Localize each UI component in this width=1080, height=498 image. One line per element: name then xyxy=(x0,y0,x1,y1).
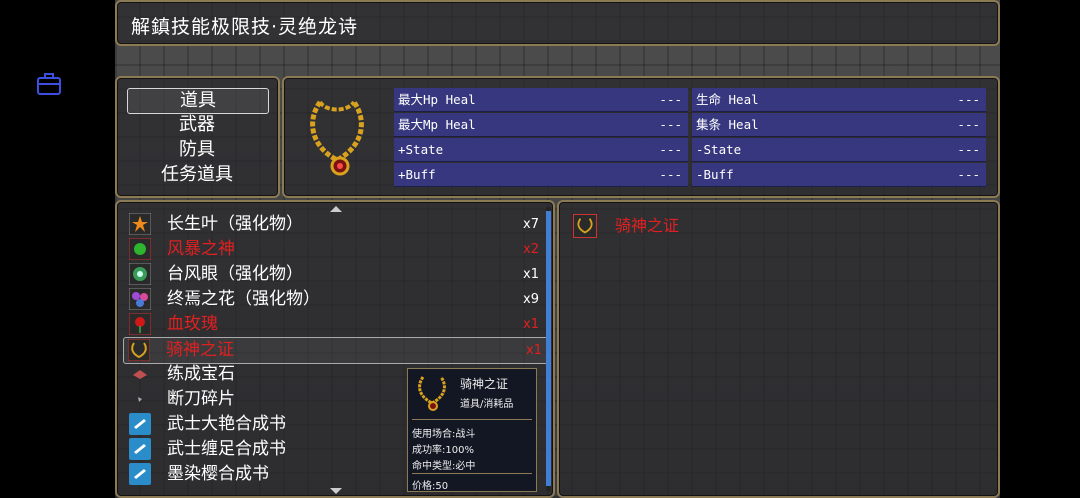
item-tooltip: 骑神之证 道具/消耗品 使用场合:战斗 成功率:100% 命中类型:必中 价格:… xyxy=(407,368,537,492)
stats-grid: 最大Hp Heal --- 最大Mp Heal --- +State --- +Buf… xyxy=(394,88,992,188)
scroll-down-arrow-icon[interactable] xyxy=(330,488,342,494)
necklace-icon xyxy=(573,214,597,238)
green-orb-icon xyxy=(129,238,151,260)
stat-max-mp: 最大Mp Heal --- xyxy=(394,113,688,137)
category-panel: 道具 武器 防具 任务道具 xyxy=(115,76,280,198)
shard-icon xyxy=(138,397,142,402)
necklace-icon xyxy=(310,100,364,176)
item-stats-panel: 最大Hp Heal --- 最大Mp Heal --- +State --- +Buf… xyxy=(282,76,1000,198)
list-item[interactable]: 台风眼（强化物） x1 xyxy=(125,262,545,287)
stat-remove-buff: -Buff --- xyxy=(692,163,986,187)
flower-icon xyxy=(129,288,151,310)
tooltip-item-type: 道具/消耗品 xyxy=(460,399,514,410)
rose-icon xyxy=(129,313,151,335)
tooltip-price: 价格:50 xyxy=(412,481,449,492)
skill-title-panel: 解鎮技能极限技·灵绝龙诗 xyxy=(115,0,1000,46)
stat-gauge: 集条 Heal --- xyxy=(692,113,986,137)
tooltip-divider xyxy=(412,473,532,474)
list-scrollbar[interactable] xyxy=(546,207,551,491)
tooltip-success-rate: 成功率:100% xyxy=(412,445,474,456)
category-quest-items[interactable]: 任务道具 xyxy=(127,163,267,187)
category-armor[interactable]: 防具 xyxy=(127,138,267,162)
stat-remove-state: -State --- xyxy=(692,138,986,162)
list-item-selected[interactable]: 骑神之证 x1 xyxy=(123,337,549,364)
gem-icon xyxy=(133,370,147,379)
selected-item-name: 骑神之证 xyxy=(615,216,680,235)
orange-leaf-icon xyxy=(129,213,151,235)
left-sidebar xyxy=(0,0,115,498)
stat-max-hp: 最大Hp Heal --- xyxy=(394,88,688,112)
stat-life: 生命 Heal --- xyxy=(692,88,986,112)
necklace-icon xyxy=(128,339,150,361)
necklace-icon xyxy=(418,376,446,411)
tooltip-divider xyxy=(412,419,532,420)
eye-orb-icon xyxy=(129,263,151,285)
stat-add-buff: +Buff --- xyxy=(394,163,688,187)
tooltip-item-name: 骑神之证 xyxy=(460,377,509,391)
item-detail-panel: 骑神之证 xyxy=(557,200,1000,498)
list-item[interactable]: 长生叶（强化物） x7 xyxy=(125,212,545,237)
tooltip-usage: 使用场合:战斗 xyxy=(412,429,476,440)
list-item[interactable]: 终焉之花（强化物） x9 xyxy=(125,287,545,312)
scroll-thumb[interactable] xyxy=(546,211,551,486)
book-icon xyxy=(129,413,151,435)
category-weapons[interactable]: 武器 xyxy=(127,113,267,137)
tooltip-hit-type: 命中类型:必中 xyxy=(412,461,476,472)
skill-title: 解鎮技能极限技·灵绝龙诗 xyxy=(131,16,359,38)
list-item[interactable]: 风暴之神 x2 xyxy=(125,237,545,262)
book-icon xyxy=(129,438,151,460)
category-items[interactable]: 道具 xyxy=(127,88,269,114)
book-icon xyxy=(129,463,151,485)
briefcase-icon[interactable] xyxy=(36,72,62,96)
list-item[interactable]: 血玫瑰 x1 xyxy=(125,312,545,337)
stat-add-state: +State --- xyxy=(394,138,688,162)
right-sidebar xyxy=(1000,0,1080,498)
